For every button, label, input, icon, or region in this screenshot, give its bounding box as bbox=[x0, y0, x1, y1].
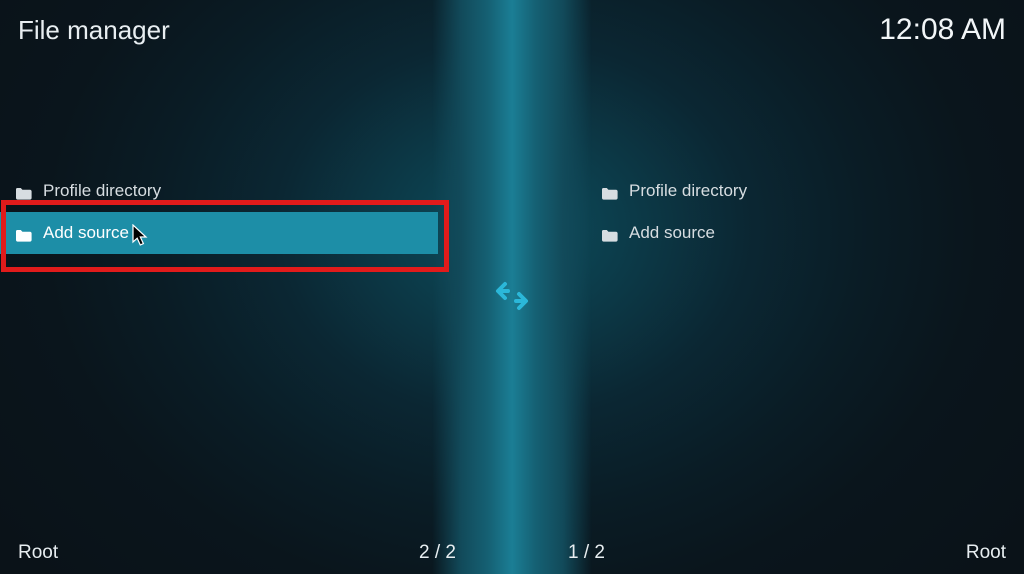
folder-icon bbox=[602, 185, 618, 197]
list-item-label: Profile directory bbox=[629, 181, 747, 201]
list-item-label: Add source bbox=[629, 223, 715, 243]
right-pane: Profile directory Add source bbox=[586, 170, 1024, 254]
count-label: 2 / 2 bbox=[419, 542, 456, 564]
left-pane: Profile directory Add source bbox=[0, 170, 438, 254]
folder-icon bbox=[16, 185, 32, 197]
list-item-add-source[interactable]: Add source bbox=[0, 212, 438, 254]
list-item-label: Profile directory bbox=[43, 181, 161, 201]
list-item[interactable]: Profile directory bbox=[0, 170, 438, 212]
footer: Root 2 / 2 1 / 2 Root bbox=[0, 528, 1024, 574]
folder-icon bbox=[16, 227, 32, 239]
right-pane-footer: 1 / 2 Root bbox=[568, 542, 1006, 564]
count-label: 1 / 2 bbox=[568, 542, 605, 564]
path-label: Root bbox=[18, 542, 58, 564]
folder-icon bbox=[602, 227, 618, 239]
list-item[interactable]: Profile directory bbox=[586, 170, 1024, 212]
list-item-add-source[interactable]: Add source bbox=[586, 212, 1024, 254]
list-item-label: Add source bbox=[43, 223, 129, 243]
left-pane-footer: Root 2 / 2 bbox=[18, 542, 456, 564]
transfer-icon[interactable] bbox=[494, 278, 530, 314]
path-label: Root bbox=[966, 542, 1006, 564]
